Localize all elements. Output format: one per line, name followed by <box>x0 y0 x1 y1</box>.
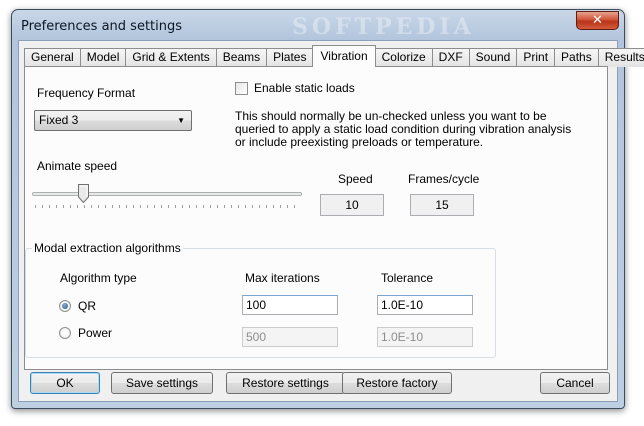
tab-print[interactable]: Print <box>516 48 556 67</box>
close-icon: ✕ <box>592 12 603 27</box>
speed-label: Speed <box>338 172 373 186</box>
tab-general[interactable]: General <box>24 48 81 67</box>
modal-extraction-title: Modal extraction algorithms <box>32 241 183 255</box>
tab-strip: General Model Grid & Extents Beams Plate… <box>24 45 644 67</box>
tab-vibration[interactable]: Vibration <box>312 45 376 67</box>
power-max-iterations-input: 500 <box>242 327 338 347</box>
tab-paths[interactable]: Paths <box>554 48 599 67</box>
tab-dxf[interactable]: DXF <box>431 48 470 67</box>
dialog-client-area: General Model Grid & Extents Beams Plate… <box>18 40 644 402</box>
save-settings-button[interactable]: Save settings <box>111 372 213 394</box>
restore-factory-button[interactable]: Restore factory <box>342 372 452 394</box>
modal-extraction-group: Modal extraction algorithms Algorithm ty… <box>25 241 496 358</box>
tab-beams[interactable]: Beams <box>215 48 268 67</box>
restore-settings-button[interactable]: Restore settings <box>226 372 345 394</box>
preferences-window: Preferences and settings SOFTPEDIA ✕ Gen… <box>11 9 644 409</box>
frequency-format-label: Frequency Format <box>37 86 136 100</box>
title-bar[interactable]: Preferences and settings SOFTPEDIA ✕ <box>12 10 624 42</box>
ok-button[interactable]: OK <box>30 372 100 394</box>
power-tolerance-input: 1.0E-10 <box>377 327 473 347</box>
frames-per-cycle-value: 15 <box>410 194 474 216</box>
radio-selected-dot <box>62 303 68 309</box>
animate-speed-label: Animate speed <box>37 159 118 173</box>
max-iterations-header: Max iterations <box>245 271 320 285</box>
tab-plates[interactable]: Plates <box>266 48 314 67</box>
window-title: Preferences and settings <box>21 19 183 34</box>
qr-radio[interactable] <box>59 300 71 312</box>
frequency-format-select[interactable]: Fixed 3 ▼ <box>34 110 192 131</box>
algorithm-type-header: Algorithm type <box>60 271 137 285</box>
cancel-button[interactable]: Cancel <box>540 372 610 394</box>
enable-static-loads-checkbox[interactable] <box>235 82 248 95</box>
animate-speed-slider-ticks <box>35 205 301 208</box>
animate-speed-slider-track[interactable] <box>32 192 302 196</box>
softpedia-watermark: SOFTPEDIA <box>292 14 475 40</box>
frequency-format-value: Fixed 3 <box>39 113 79 127</box>
speed-value: 10 <box>320 194 384 216</box>
tab-colorize[interactable]: Colorize <box>374 48 433 67</box>
tab-model[interactable]: Model <box>79 48 127 67</box>
tolerance-header: Tolerance <box>381 271 434 285</box>
tab-results[interactable]: Results <box>597 48 644 67</box>
tab-sound[interactable]: Sound <box>468 48 518 67</box>
static-loads-description: This should normally be un-checked unles… <box>235 109 572 149</box>
power-radio[interactable] <box>59 327 71 339</box>
dropdown-arrow-icon: ▼ <box>177 116 185 125</box>
qr-tolerance-input[interactable]: 1.0E-10 <box>377 295 473 315</box>
close-button[interactable]: ✕ <box>576 11 619 30</box>
animate-speed-slider-thumb[interactable] <box>78 184 89 203</box>
qr-max-iterations-input[interactable]: 100 <box>242 295 338 315</box>
vibration-panel: Frequency Format Fixed 3 ▼ Enable static… <box>24 66 608 370</box>
frames-per-cycle-label: Frames/cycle <box>408 172 480 186</box>
power-label[interactable]: Power <box>78 326 112 340</box>
qr-label[interactable]: QR <box>78 299 96 313</box>
tab-grid-extents[interactable]: Grid & Extents <box>125 48 217 67</box>
enable-static-loads-label[interactable]: Enable static loads <box>254 81 355 95</box>
